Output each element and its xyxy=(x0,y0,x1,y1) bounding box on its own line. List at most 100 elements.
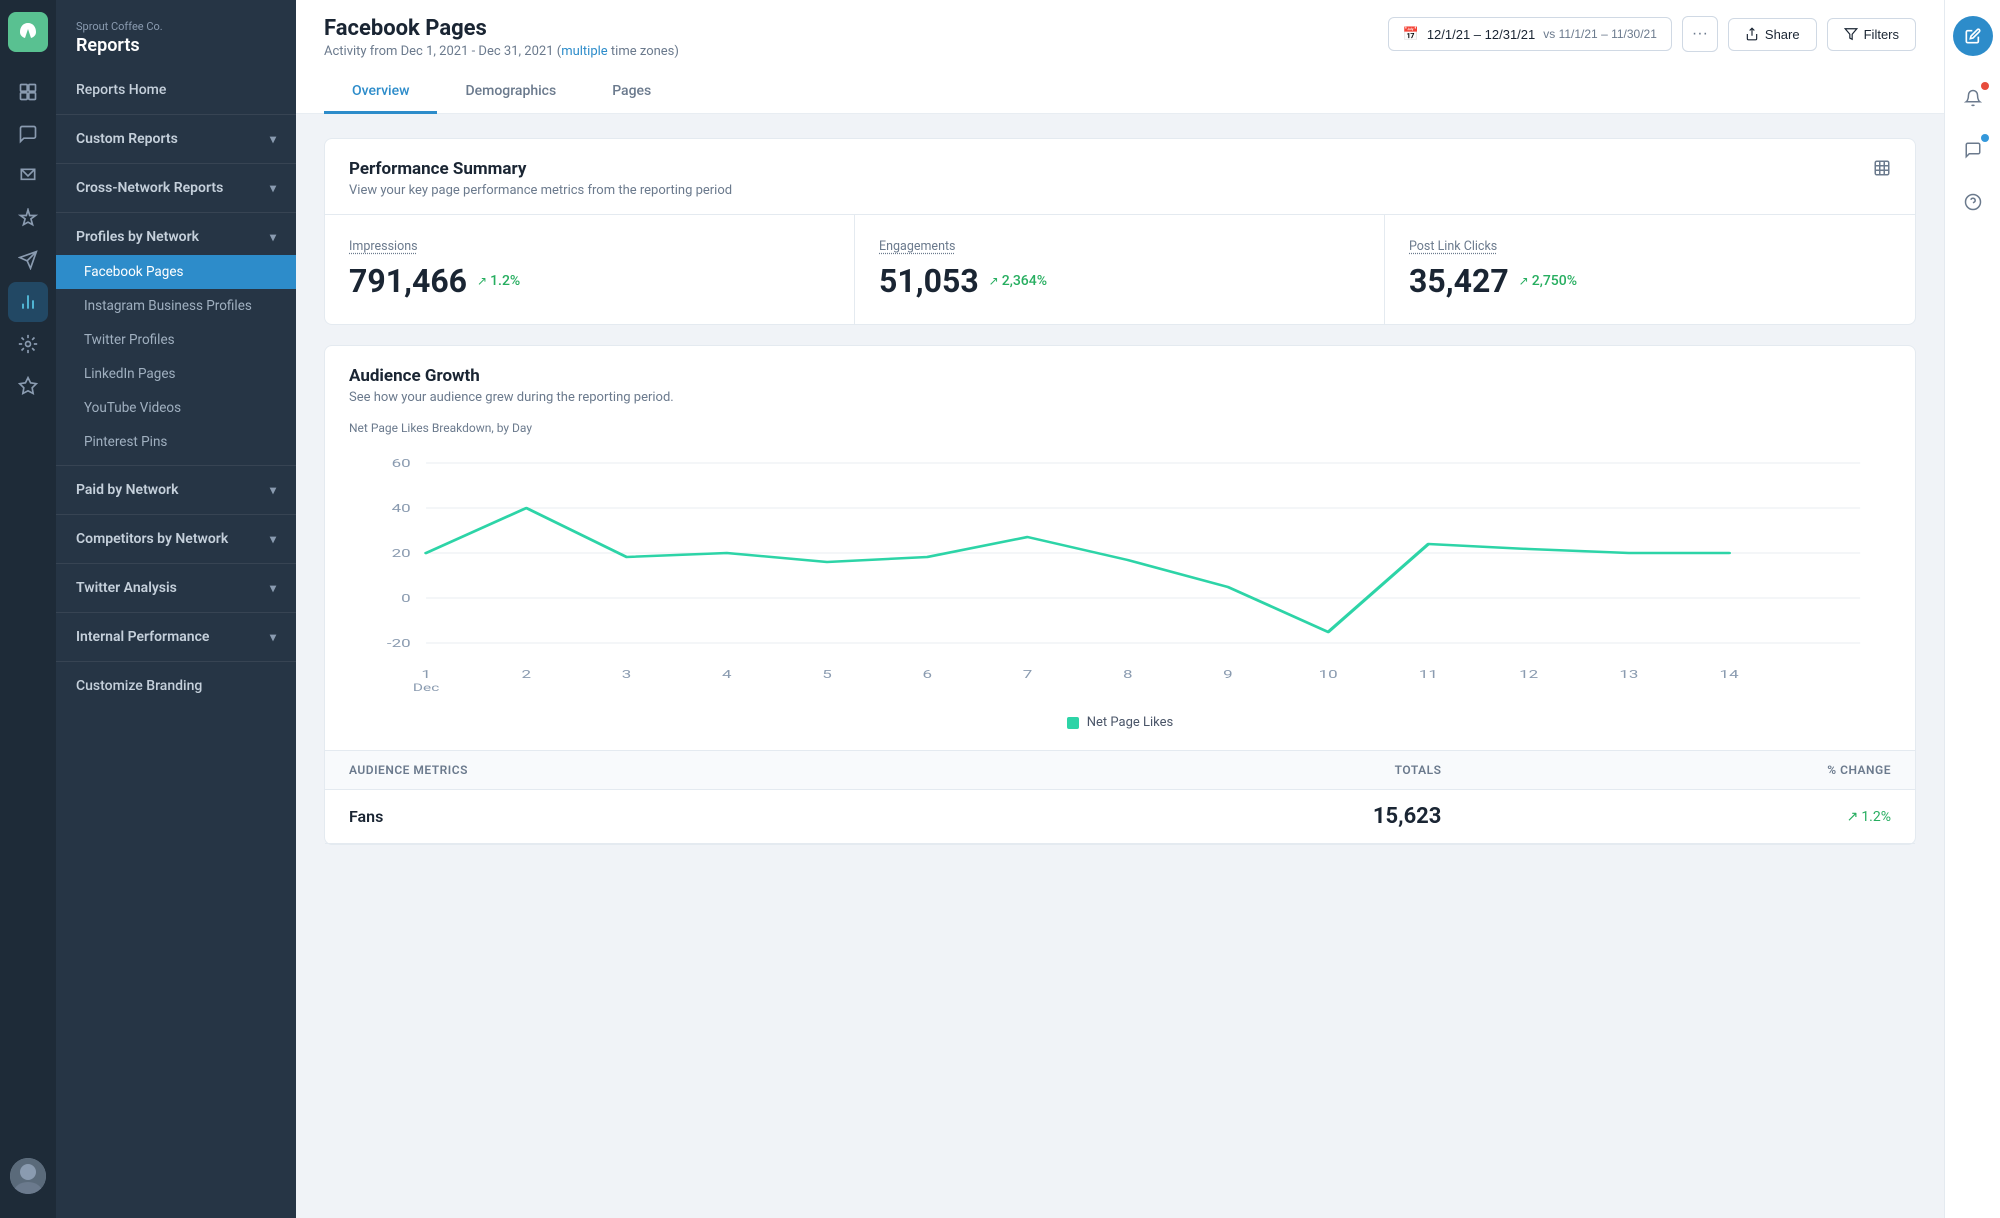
svg-text:2: 2 xyxy=(522,669,532,681)
svg-text:14: 14 xyxy=(1720,669,1739,681)
svg-text:0: 0 xyxy=(401,593,411,605)
sidebar-item-paid-by-network[interactable]: Paid by Network ▾ xyxy=(56,472,296,508)
chevron-icon: ▾ xyxy=(270,230,276,244)
up-arrow-icon: ↗ xyxy=(1519,274,1529,288)
svg-text:-20: -20 xyxy=(387,638,411,650)
line-chart: 60 40 20 0 -20 1 Dec 2 3 4 5 6 7 xyxy=(349,443,1891,703)
metric-impressions: Impressions 791,466 ↗ 1.2% xyxy=(325,215,855,324)
chart-legend: Net Page Likes xyxy=(349,715,1891,730)
sidebar-item-internal-performance[interactable]: Internal Performance ▾ xyxy=(56,619,296,655)
up-arrow-icon: ↗ xyxy=(1847,809,1859,825)
chevron-icon: ▾ xyxy=(270,483,276,497)
nav-listening-icon[interactable] xyxy=(8,324,48,364)
date-range-button[interactable]: 📅 12/1/21 – 12/31/21 vs 11/1/21 – 11/30/… xyxy=(1388,17,1672,51)
sidebar-item-reports-home[interactable]: Reports Home xyxy=(56,72,296,108)
sidebar-header: Sprout Coffee Co. Reports xyxy=(56,0,296,72)
more-options-button[interactable]: ··· xyxy=(1682,16,1718,52)
svg-text:40: 40 xyxy=(392,503,411,515)
fans-change-value: ↗ 1.2% xyxy=(1489,809,1891,825)
sidebar-item-pinterest[interactable]: Pinterest Pins xyxy=(56,425,296,459)
chart-label: Net Page Likes Breakdown, by Day xyxy=(349,421,1891,435)
sidebar-item-profiles-by-network[interactable]: Profiles by Network ▾ xyxy=(56,219,296,255)
sidebar-item-twitter-profiles[interactable]: Twitter Profiles xyxy=(56,323,296,357)
help-button[interactable] xyxy=(1955,184,1991,220)
nav-compose-icon[interactable] xyxy=(8,72,48,112)
svg-text:4: 4 xyxy=(722,669,732,681)
audience-card-title: Audience Growth xyxy=(349,366,674,386)
svg-text:1: 1 xyxy=(421,669,431,681)
svg-text:60: 60 xyxy=(392,458,411,470)
post-link-clicks-change: ↗ 2,750% xyxy=(1519,273,1577,289)
svg-text:8: 8 xyxy=(1123,669,1133,681)
sidebar-item-youtube[interactable]: YouTube Videos xyxy=(56,391,296,425)
up-arrow-icon: ↗ xyxy=(989,274,999,288)
svg-text:Dec: Dec xyxy=(413,683,440,695)
card-subtitle: View your key page performance metrics f… xyxy=(349,183,732,198)
svg-text:5: 5 xyxy=(822,669,832,681)
icon-bar-top xyxy=(8,72,48,1154)
svg-text:9: 9 xyxy=(1223,669,1233,681)
table-view-icon[interactable] xyxy=(1873,159,1891,182)
tab-demographics[interactable]: Demographics xyxy=(437,71,584,114)
metric-post-link-clicks: Post Link Clicks 35,427 ↗ 2,750% xyxy=(1385,215,1915,324)
audience-card-header: Audience Growth See how your audience gr… xyxy=(325,346,1915,421)
user-avatar[interactable] xyxy=(10,1158,46,1194)
card-title-section: Performance Summary View your key page p… xyxy=(349,159,732,198)
chevron-icon: ▾ xyxy=(270,532,276,546)
nav-analytics-icon[interactable] xyxy=(8,282,48,322)
calendar-icon: 📅 xyxy=(1403,26,1419,42)
notification-badge xyxy=(1981,82,1989,90)
sidebar-item-twitter-analysis[interactable]: Twitter Analysis ▾ xyxy=(56,570,296,606)
sidebar-item-competitors[interactable]: Competitors by Network ▾ xyxy=(56,521,296,557)
up-arrow-icon: ↗ xyxy=(477,274,487,288)
metric-fans-change: ↗ 1.2% xyxy=(1465,790,1915,844)
chart-section: Net Page Likes Breakdown, by Day 60 40 2… xyxy=(325,421,1915,750)
share-button[interactable]: Share xyxy=(1728,18,1817,51)
message-badge xyxy=(1981,134,1989,142)
divider xyxy=(56,514,296,515)
divider xyxy=(56,563,296,564)
tab-pages[interactable]: Pages xyxy=(584,71,679,114)
metrics-row: Impressions 791,466 ↗ 1.2% Engagements 5… xyxy=(325,214,1915,324)
sidebar-item-customize-branding[interactable]: Customize Branding xyxy=(56,668,296,704)
performance-summary-card: Performance Summary View your key page p… xyxy=(324,138,1916,325)
top-header: Facebook Pages Activity from Dec 1, 2021… xyxy=(296,0,1944,114)
engagements-label: Engagements xyxy=(879,239,1360,254)
table-header-row: Audience Metrics Totals % Change xyxy=(325,751,1915,790)
card-title: Performance Summary xyxy=(349,159,732,179)
divider xyxy=(56,661,296,662)
sprout-logo[interactable] xyxy=(8,12,48,52)
header-row: Facebook Pages Activity from Dec 1, 2021… xyxy=(324,16,1916,59)
nav-star-icon[interactable] xyxy=(8,366,48,406)
sidebar-item-linkedin[interactable]: LinkedIn Pages xyxy=(56,357,296,391)
chevron-icon: ▾ xyxy=(270,181,276,195)
svg-text:13: 13 xyxy=(1619,669,1638,681)
sidebar-title: Reports xyxy=(76,35,276,56)
share-icon xyxy=(1745,27,1759,41)
col-metric: Audience Metrics xyxy=(325,751,997,790)
svg-text:12: 12 xyxy=(1519,669,1538,681)
sidebar-item-instagram[interactable]: Instagram Business Profiles xyxy=(56,289,296,323)
tab-overview[interactable]: Overview xyxy=(324,71,437,114)
messages-button[interactable] xyxy=(1955,132,1991,168)
compose-edit-button[interactable] xyxy=(1953,16,1993,56)
notifications-button[interactable] xyxy=(1955,80,1991,116)
nav-publish-icon[interactable] xyxy=(8,240,48,280)
multiple-timezones-link[interactable]: multiple xyxy=(561,44,608,59)
page-subtitle: Activity from Dec 1, 2021 - Dec 31, 2021… xyxy=(324,44,679,59)
filters-button[interactable]: Filters xyxy=(1827,18,1916,51)
sidebar-brand: Sprout Coffee Co. xyxy=(76,20,276,33)
sidebar-item-cross-network[interactable]: Cross-Network Reports ▾ xyxy=(56,170,296,206)
metric-fans-label: Fans xyxy=(325,790,997,844)
sidebar-item-custom-reports[interactable]: Custom Reports ▾ xyxy=(56,121,296,157)
nav-inbox-icon[interactable] xyxy=(8,114,48,154)
tabs-row: Overview Demographics Pages xyxy=(324,71,1916,113)
engagements-change: ↗ 2,364% xyxy=(989,273,1047,289)
nav-pin-icon[interactable] xyxy=(8,198,48,238)
nav-messages-icon[interactable] xyxy=(8,156,48,196)
impressions-value: 791,466 ↗ 1.2% xyxy=(349,262,830,300)
vs-date-text: vs 11/1/21 – 11/30/21 xyxy=(1543,27,1657,41)
sidebar-item-facebook-pages[interactable]: Facebook Pages xyxy=(56,255,296,289)
svg-text:10: 10 xyxy=(1319,669,1338,681)
header-actions: 📅 12/1/21 – 12/31/21 vs 11/1/21 – 11/30/… xyxy=(1388,16,1916,52)
